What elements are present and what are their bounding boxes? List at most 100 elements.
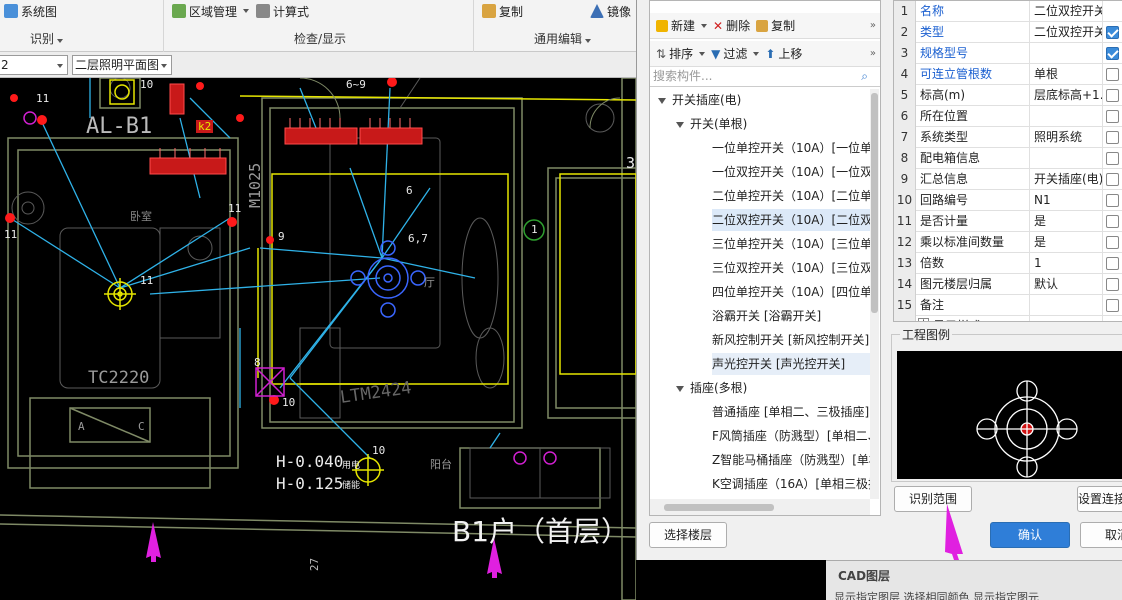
property-value[interactable]: 二位双控开关 — [1031, 1, 1103, 22]
property-row[interactable]: 8 配电箱信息 — [894, 148, 1122, 169]
calc-formula-button[interactable]: 计算式 — [256, 2, 309, 20]
tree-group-item[interactable]: 插座(多根) — [676, 377, 870, 399]
mirror-button[interactable]: 镜像 — [590, 2, 631, 20]
chevron-down-icon — [161, 64, 167, 68]
property-checkbox[interactable] — [1106, 110, 1119, 123]
tree-leaf-item[interactable]: 三位单控开关（10A）[三位单控开关] — [712, 233, 870, 255]
area-manage-button[interactable]: 区域管理 — [172, 2, 250, 20]
property-checkbox[interactable] — [1106, 236, 1119, 249]
property-checkbox[interactable] — [1106, 194, 1119, 207]
property-value[interactable]: 开关插座(电) — [1031, 169, 1103, 190]
property-row[interactable]: 13 倍数 1 — [894, 253, 1122, 274]
property-row[interactable]: 2 类型 二位双控开关 — [894, 22, 1122, 43]
property-value[interactable]: 层底标高+1.3 — [1031, 85, 1103, 106]
property-row[interactable]: 7 系统类型 照明系统 — [894, 127, 1122, 148]
filter-button[interactable]: ▼ 过滤 — [711, 45, 760, 62]
tree-leaf-item[interactable]: 一位双控开关（10A）[一位双控开关] — [712, 161, 870, 183]
select-floor-button[interactable]: 选择楼层 — [649, 522, 727, 548]
delete-button[interactable]: ✕ 删除 — [713, 17, 750, 34]
property-value[interactable] — [1031, 106, 1103, 127]
tree-vertical-scrollbar[interactable] — [870, 89, 879, 499]
property-checkbox[interactable] — [1106, 89, 1119, 102]
property-checkbox[interactable] — [1106, 257, 1119, 270]
tree-leaf-item[interactable]: 三位双控开关（10A）[三位双控开关] — [712, 257, 870, 279]
tree-leaf-item[interactable]: 一位单控开关（10A）[一位单控开关] — [712, 137, 870, 159]
tree-leaf-item[interactable]: 二位双控开关（10A）[二位双控开关] — [712, 209, 870, 231]
property-value[interactable]: 是 — [1031, 232, 1103, 253]
property-value[interactable]: 1 — [1031, 253, 1103, 274]
new-button[interactable]: 新建 — [656, 17, 708, 34]
property-checkbox[interactable] — [1106, 173, 1119, 186]
tree-leaf-item[interactable]: 声光控开关 [声光控开关] — [712, 353, 870, 375]
property-row[interactable]: 3 规格型号 — [894, 43, 1122, 64]
system-diagram-button[interactable]: 系统图 — [4, 2, 57, 20]
floor-number-select[interactable]: 2 — [0, 55, 68, 75]
scrollbar-thumb[interactable] — [871, 93, 878, 313]
tree-leaf-item[interactable]: 普通插座 [单相二、三极插座] — [712, 401, 870, 423]
move-up-button[interactable]: ⬆ 上移 — [765, 45, 802, 62]
property-row[interactable]: 1 名称 二位双控开关 — [894, 1, 1122, 22]
property-checkbox[interactable] — [1106, 278, 1119, 291]
cad-layer-options[interactable]: 显示指定图层 选择相同颜色 显示指定图元 — [834, 589, 1039, 600]
tree-item-label: 二位单控开关（10A）[二位单控开关] — [712, 189, 870, 203]
tree-leaf-item[interactable]: F风筒插座（防溅型）[单相二、三极] — [712, 425, 870, 447]
property-checkbox[interactable] — [1106, 131, 1119, 144]
property-value[interactable]: 默认 — [1031, 274, 1103, 295]
more-icon[interactable]: » — [870, 48, 876, 59]
tree-leaf-item[interactable]: 四位单控开关（10A）[四位单控开关] — [712, 281, 870, 303]
tree-horizontal-scrollbar[interactable] — [650, 499, 870, 515]
tree-leaf-item[interactable]: 浴霸开关 [浴霸开关] — [712, 305, 870, 327]
property-value[interactable]: 照明系统 — [1031, 127, 1103, 148]
expand-plus-icon[interactable]: + — [918, 318, 929, 321]
property-row[interactable]: 11 是否计量是 — [894, 211, 1122, 232]
property-row[interactable]: 15 备注 — [894, 295, 1122, 316]
property-value[interactable]: 单根 — [1031, 64, 1103, 85]
tree-copy-button[interactable]: 复制 — [756, 17, 795, 34]
expand-triangle-icon[interactable] — [676, 121, 684, 128]
set-connection-point-button[interactable]: 设置连接点 — [1077, 486, 1122, 512]
property-row[interactable]: 6 所在位置 — [894, 106, 1122, 127]
confirm-button[interactable]: 确认 — [990, 522, 1070, 548]
copy-button[interactable]: 复制 — [482, 2, 523, 20]
tree-group-item[interactable]: 开关(单根) — [676, 113, 870, 135]
tree-item-label: 三位双控开关（10A）[三位双控开关] — [712, 261, 870, 275]
more-icon[interactable]: » — [870, 20, 876, 31]
property-row[interactable]: 16显示样式+ — [894, 316, 1122, 321]
property-value[interactable]: N1 — [1031, 190, 1103, 211]
sort-button[interactable]: ⇅ 排序 — [656, 45, 706, 62]
search-icon[interactable]: ⌕ — [861, 67, 868, 86]
property-value[interactable] — [1031, 316, 1103, 321]
tree-leaf-item[interactable]: K空调插座（16A）[单相三极插座] — [712, 473, 870, 495]
expand-triangle-icon[interactable] — [676, 385, 684, 392]
property-checkbox[interactable] — [1106, 299, 1119, 312]
property-row[interactable]: 5标高(m)层底标高+1.3 — [894, 85, 1122, 106]
property-checkbox[interactable] — [1106, 68, 1119, 81]
cancel-button[interactable]: 取消 — [1080, 522, 1122, 548]
property-value[interactable]: 是 — [1031, 211, 1103, 232]
tree-group-item[interactable]: 开关插座(电) — [658, 89, 870, 111]
property-value[interactable] — [1031, 43, 1103, 64]
drawing-select[interactable]: 二层照明平面图 — [72, 55, 172, 75]
expand-triangle-icon[interactable] — [658, 97, 666, 104]
tree-leaf-item[interactable]: Z智能马桶插座（防溅型）[单相] — [712, 449, 870, 471]
property-row[interactable]: 12 乘以标准间数量是 — [894, 232, 1122, 253]
property-value[interactable] — [1031, 148, 1103, 169]
search-input[interactable]: 搜索构件... ⌕ — [650, 67, 880, 87]
cad-canvas[interactable]: AL-B1 k2 卧室 TC2220 LTM2424 M1025 H-0.040… — [0, 78, 636, 600]
property-checkbox[interactable] — [1106, 47, 1119, 60]
property-row[interactable]: 4 可连立管根数 单根 — [894, 64, 1122, 85]
tree-leaf-item[interactable]: 二位单控开关（10A）[二位单控开关] — [712, 185, 870, 207]
move-up-label: 上移 — [778, 47, 803, 61]
scrollbar-thumb[interactable] — [664, 504, 774, 511]
property-row[interactable]: 9 汇总信息 开关插座(电) — [894, 169, 1122, 190]
property-checkbox[interactable] — [1106, 215, 1119, 228]
property-value[interactable]: 二位双控开关 — [1031, 22, 1103, 43]
property-value[interactable] — [1031, 295, 1103, 316]
property-row[interactable]: 10 回路编号 N1 — [894, 190, 1122, 211]
tree-leaf-item[interactable]: 新风控制开关 [新风控制开关] — [712, 329, 870, 351]
property-checkbox[interactable] — [1106, 26, 1119, 39]
general-edit-caption[interactable]: 通用编辑 — [534, 30, 592, 48]
property-checkbox[interactable] — [1106, 152, 1119, 165]
property-row[interactable]: 14 图元楼层归属 默认 — [894, 274, 1122, 295]
recognize-group-caption[interactable]: 识别 — [30, 30, 64, 48]
